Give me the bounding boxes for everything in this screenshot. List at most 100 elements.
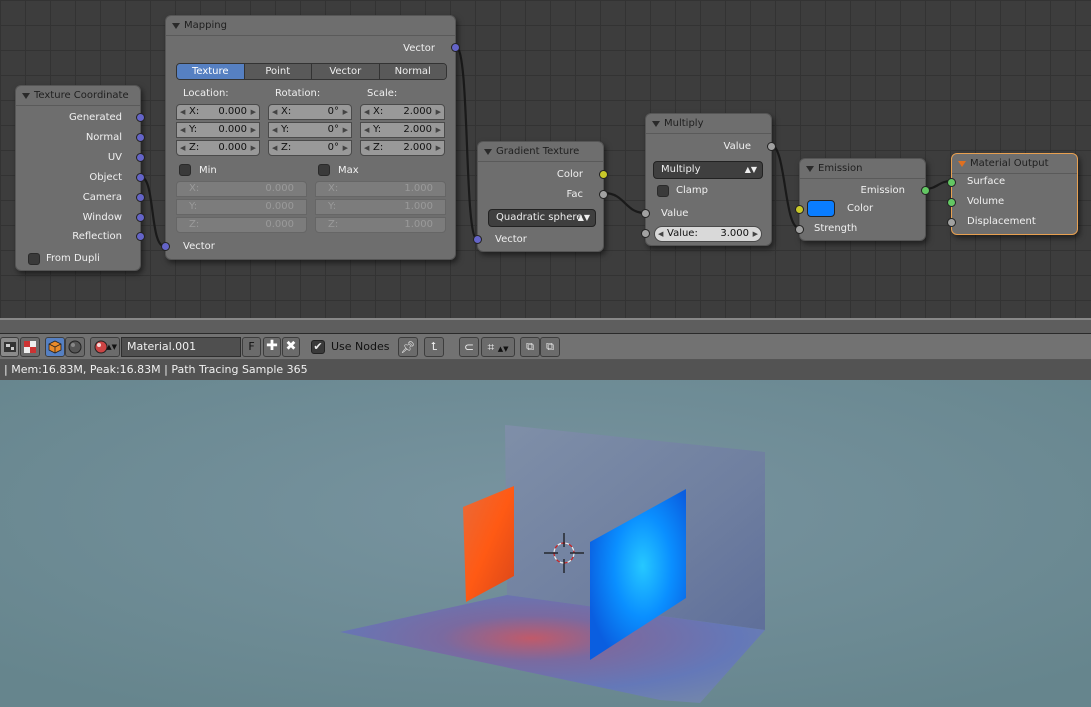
world-shader-button[interactable] <box>65 337 85 357</box>
socket-input-surface[interactable] <box>947 178 956 187</box>
mapping-node[interactable]: Mapping Vector Texture Point Vector Norm… <box>161 15 460 260</box>
snap-element-dropdown[interactable]: ⌗ ▲▼ <box>481 337 515 357</box>
editor-type-button[interactable] <box>0 337 19 357</box>
socket-input-strength[interactable] <box>795 225 804 234</box>
min-y-field[interactable]: Y: 0.000 <box>176 199 307 215</box>
node-header[interactable]: Multiply <box>646 114 771 134</box>
min-z-field[interactable]: Z: 0.000 <box>176 217 307 233</box>
node-header[interactable]: Gradient Texture <box>478 142 603 162</box>
socket-input-value-1[interactable] <box>641 209 650 218</box>
increment-arrow-icon[interactable]: ▶ <box>343 123 348 137</box>
node-header[interactable]: Emission <box>800 159 925 179</box>
decrement-arrow-icon[interactable]: ◀ <box>364 123 369 137</box>
max-x-field[interactable]: X: 1.000 <box>315 181 446 197</box>
socket-output-value[interactable] <box>767 142 776 151</box>
snap-toggle-button[interactable]: ⊂ <box>459 337 479 357</box>
emission-node[interactable]: Emission Emission Color Strength <box>795 158 930 241</box>
increment-arrow-icon[interactable]: ▶ <box>251 105 256 119</box>
material-browse-button[interactable]: ▲▼ <box>90 337 120 357</box>
socket-object[interactable] <box>136 173 145 182</box>
new-material-button[interactable]: ✚ <box>263 337 281 357</box>
scale-x-field[interactable]: ◀ X: 2.000 ▶ <box>360 104 445 120</box>
location-y-field[interactable]: ◀ Y: 0.000 ▶ <box>176 122 260 138</box>
gradient-texture-node[interactable]: Gradient Texture Color Fac Quadratic sph… <box>473 141 608 252</box>
increment-arrow-icon[interactable]: ▶ <box>753 227 758 241</box>
max-y-field[interactable]: Y: 1.000 <box>315 199 446 215</box>
collapse-triangle-icon[interactable] <box>652 121 660 127</box>
socket-output-fac[interactable] <box>599 190 608 199</box>
increment-arrow-icon[interactable]: ▶ <box>436 141 441 155</box>
socket-normal[interactable] <box>136 133 145 142</box>
node-header[interactable]: Mapping <box>166 16 455 36</box>
location-x-field[interactable]: ◀ X: 0.000 ▶ <box>176 104 260 120</box>
node-header[interactable]: Texture Coordinate <box>16 86 140 106</box>
fake-user-button[interactable]: F <box>242 337 261 357</box>
paste-nodes-button[interactable]: ⧉ <box>540 337 560 357</box>
rotation-x-field[interactable]: ◀ X: 0° ▶ <box>268 104 352 120</box>
material-output-node[interactable]: Material Output Surface Volume Displacem… <box>947 153 1078 235</box>
clamp-checkbox[interactable] <box>657 185 669 197</box>
texture-nodes-button[interactable] <box>20 337 40 357</box>
tab-vector[interactable]: Vector <box>312 64 380 79</box>
collapse-triangle-icon[interactable] <box>958 161 966 167</box>
max-z-field[interactable]: Z: 1.000 <box>315 217 446 233</box>
socket-window[interactable] <box>136 213 145 222</box>
multiply-node[interactable]: Multiply Value Multiply ▲▼ Clamp Value ◀… <box>641 113 776 246</box>
tab-point[interactable]: Point <box>244 64 312 79</box>
use-nodes-checkbox[interactable]: ✔ <box>311 340 325 354</box>
location-z-field[interactable]: ◀ Z: 0.000 ▶ <box>176 140 260 156</box>
collapse-triangle-icon[interactable] <box>172 23 180 29</box>
copy-nodes-button[interactable]: ⧉ <box>520 337 540 357</box>
pin-button[interactable]: 📌︎ <box>398 337 418 357</box>
from-dupli-checkbox[interactable] <box>28 253 40 265</box>
decrement-arrow-icon[interactable]: ◀ <box>180 105 185 119</box>
socket-uv[interactable] <box>136 153 145 162</box>
decrement-arrow-icon[interactable]: ◀ <box>272 141 277 155</box>
node-header[interactable]: Material Output <box>952 154 1077 174</box>
collapse-triangle-icon[interactable] <box>22 93 30 99</box>
socket-input-displacement[interactable] <box>947 218 956 227</box>
decrement-arrow-icon[interactable]: ◀ <box>658 227 663 241</box>
socket-camera[interactable] <box>136 193 145 202</box>
unlink-material-button[interactable]: ✖ <box>282 337 300 357</box>
socket-output-vector[interactable] <box>451 43 460 52</box>
gradient-type-dropdown[interactable]: Quadratic sphere ▲▼ <box>488 209 596 227</box>
increment-arrow-icon[interactable]: ▶ <box>343 105 348 119</box>
max-checkbox[interactable] <box>318 164 330 176</box>
tab-texture[interactable]: Texture <box>177 64 245 79</box>
tab-normal[interactable]: Normal <box>379 64 446 79</box>
increment-arrow-icon[interactable]: ▶ <box>436 105 441 119</box>
min-x-field[interactable]: X: 0.000 <box>176 181 307 197</box>
socket-input-color[interactable] <box>795 205 804 214</box>
material-name-field[interactable]: Material.001 <box>121 337 241 357</box>
parent-node-tree-button[interactable]: ⮤ <box>424 337 444 357</box>
collapse-triangle-icon[interactable] <box>484 149 492 155</box>
collapse-triangle-icon[interactable] <box>806 166 814 172</box>
rotation-y-field[interactable]: ◀ Y: 0° ▶ <box>268 122 352 138</box>
object-shader-button[interactable] <box>45 337 65 357</box>
decrement-arrow-icon[interactable]: ◀ <box>272 123 277 137</box>
socket-input-volume[interactable] <box>947 198 956 207</box>
texture-coordinate-node[interactable]: Texture Coordinate Generated Normal UV O… <box>15 85 145 271</box>
socket-input-vector[interactable] <box>161 242 170 251</box>
min-checkbox[interactable] <box>179 164 191 176</box>
rotation-z-field[interactable]: ◀ Z: 0° ▶ <box>268 140 352 156</box>
area-divider[interactable] <box>0 318 1091 334</box>
decrement-arrow-icon[interactable]: ◀ <box>180 123 185 137</box>
increment-arrow-icon[interactable]: ▶ <box>436 123 441 137</box>
emission-color-swatch[interactable] <box>807 200 835 217</box>
socket-generated[interactable] <box>136 113 145 122</box>
increment-arrow-icon[interactable]: ▶ <box>251 123 256 137</box>
increment-arrow-icon[interactable]: ▶ <box>343 141 348 155</box>
3d-viewport[interactable] <box>0 380 1091 707</box>
increment-arrow-icon[interactable]: ▶ <box>251 141 256 155</box>
socket-output-emission[interactable] <box>921 186 930 195</box>
socket-input-vector[interactable] <box>473 235 482 244</box>
decrement-arrow-icon[interactable]: ◀ <box>364 105 369 119</box>
scale-y-field[interactable]: ◀ Y: 2.000 ▶ <box>360 122 445 138</box>
socket-reflection[interactable] <box>136 232 145 241</box>
socket-output-color[interactable] <box>599 170 608 179</box>
value-field[interactable]: ◀ Value: 3.000 ▶ <box>654 226 762 242</box>
math-operation-dropdown[interactable]: Multiply ▲▼ <box>653 161 763 179</box>
decrement-arrow-icon[interactable]: ◀ <box>272 105 277 119</box>
